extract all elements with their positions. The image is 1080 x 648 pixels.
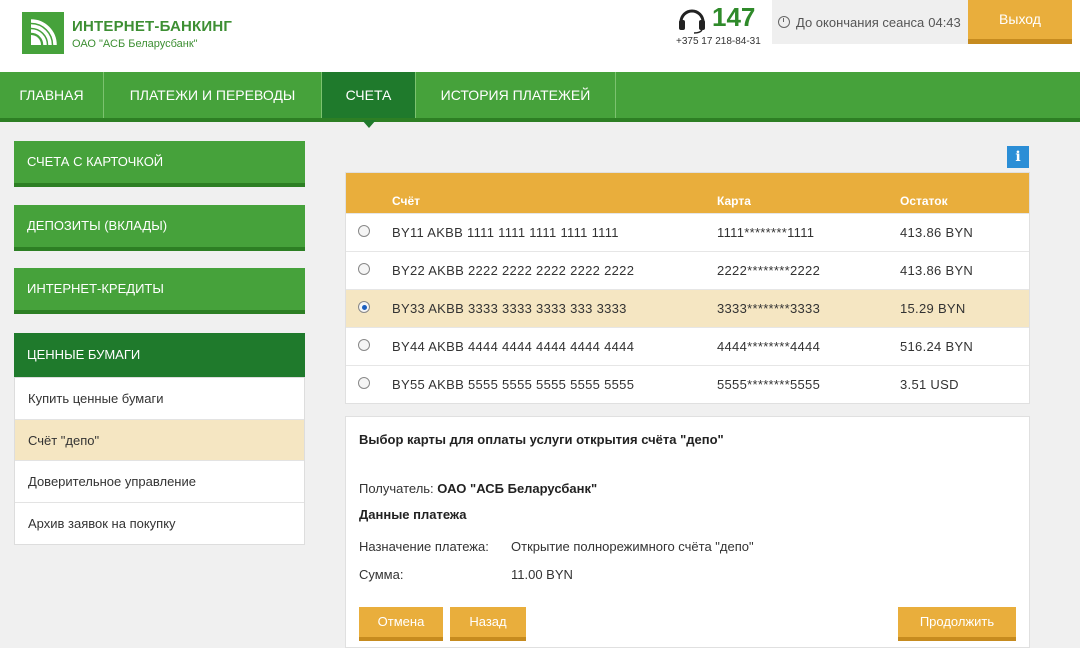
recipient-label: Получатель: xyxy=(359,481,434,496)
table-row[interactable]: BY44 AKBB 4444 4444 4444 4444 4444 4444*… xyxy=(346,327,1029,365)
account-radio[interactable] xyxy=(358,301,370,313)
accounts-table: Счёт Карта Остаток BY11 AKBB 1111 1111 1… xyxy=(345,172,1030,404)
account-number: BY22 AKBB 2222 2222 2222 2222 2222 xyxy=(392,263,635,278)
sidebar-item-card-accounts[interactable]: СЧЕТА С КАРТОЧКОЙ xyxy=(14,141,305,187)
sidebar-item-securities[interactable]: ЦЕННЫЕ БУМАГИ xyxy=(14,333,305,384)
nav-item-history[interactable]: ИСТОРИЯ ПЛАТЕЖЕЙ xyxy=(416,72,616,118)
card-number: 4444********4444 xyxy=(717,339,821,354)
account-balance: 413.86 BYN xyxy=(900,225,974,240)
payment-title: Выбор карты для оплаты услуги открытия с… xyxy=(359,432,724,447)
column-header-account: Счёт xyxy=(392,194,421,208)
brand-title: ИНТЕРНЕТ-БАНКИНГ xyxy=(72,18,233,35)
sidebar-item-credits[interactable]: ИНТЕРНЕТ-КРЕДИТЫ xyxy=(14,268,305,314)
short-phone-number[interactable]: 147 xyxy=(712,2,755,33)
recipient-value: ОАО "АСБ Беларусбанк" xyxy=(437,481,598,496)
account-radio[interactable] xyxy=(358,377,370,389)
account-radio[interactable] xyxy=(358,263,370,275)
card-number: 5555********5555 xyxy=(717,377,821,392)
account-number: BY11 AKBB 1111 1111 1111 1111 1111 xyxy=(392,225,619,240)
back-button[interactable]: Назад xyxy=(450,607,526,641)
payment-panel: Выбор карты для оплаты услуги открытия с… xyxy=(345,416,1030,648)
submenu-item-buy-securities[interactable]: Купить ценные бумаги xyxy=(15,378,304,420)
sum-label: Сумма: xyxy=(359,567,404,582)
exit-button[interactable]: Выход xyxy=(968,0,1072,44)
session-time: 04:43 xyxy=(928,14,961,30)
nav-item-accounts[interactable]: СЧЕТА xyxy=(322,72,416,128)
card-number: 2222********2222 xyxy=(717,263,821,278)
column-header-card: Карта xyxy=(717,194,751,208)
table-row[interactable]: BY55 AKBB 5555 5555 5555 5555 5555 5555*… xyxy=(346,365,1029,403)
clock-icon xyxy=(778,16,790,28)
nav-item-home[interactable]: ГЛАВНАЯ xyxy=(0,72,104,118)
headset-icon xyxy=(679,9,705,34)
payment-data-heading: Данные платежа xyxy=(359,507,467,522)
phone-number: +375 17 218-84-31 xyxy=(676,36,761,47)
sum-value: 11.00 BYN xyxy=(511,567,573,582)
brand-subtitle: ОАО "АСБ Беларусбанк" xyxy=(72,38,198,50)
account-number: BY33 AKBB 3333 3333 3333 333 3333 xyxy=(392,301,627,316)
account-balance: 3.51 USD xyxy=(900,377,959,392)
submenu-item-depo-account[interactable]: Счёт "депо" xyxy=(15,419,304,461)
purpose-label: Назначение платежа: xyxy=(359,539,489,554)
cancel-button[interactable]: Отмена xyxy=(359,607,443,641)
account-number: BY55 AKBB 5555 5555 5555 5555 5555 xyxy=(392,377,635,392)
securities-submenu: Купить ценные бумаги Счёт "депо" Доверит… xyxy=(14,377,305,545)
bank-logo[interactable] xyxy=(22,12,64,54)
recipient: Получатель: ОАО "АСБ Беларусбанк" xyxy=(359,481,597,496)
submenu-item-order-archive[interactable]: Архив заявок на покупку xyxy=(15,503,304,545)
card-number: 1111********1111 xyxy=(717,225,815,240)
account-balance: 516.24 BYN xyxy=(900,339,974,354)
info-icon[interactable]: i xyxy=(1007,146,1029,168)
submenu-item-trust-management[interactable]: Доверительное управление xyxy=(15,461,304,503)
sidebar-item-deposits[interactable]: ДЕПОЗИТЫ (ВКЛАДЫ) xyxy=(14,205,305,251)
purpose-value: Открытие полнорежимного счёта "депо" xyxy=(511,539,754,554)
nav-item-payments[interactable]: ПЛАТЕЖИ И ПЕРЕВОДЫ xyxy=(104,72,322,118)
account-radio[interactable] xyxy=(358,225,370,237)
account-balance: 413.86 BYN xyxy=(900,263,974,278)
column-header-balance: Остаток xyxy=(900,194,948,208)
session-label: До окончания сеанса xyxy=(796,14,925,30)
table-row[interactable]: BY11 AKBB 1111 1111 1111 1111 1111 1111*… xyxy=(346,213,1029,251)
table-header: Счёт Карта Остаток xyxy=(346,173,1029,213)
logo-icon xyxy=(30,19,57,46)
continue-button[interactable]: Продолжить xyxy=(898,607,1016,641)
table-row[interactable]: BY22 AKBB 2222 2222 2222 2222 2222 2222*… xyxy=(346,251,1029,289)
session-timer: До окончания сеанса 04:43 xyxy=(772,0,968,44)
main-nav: ГЛАВНАЯ ПЛАТЕЖИ И ПЕРЕВОДЫ СЧЕТА ИСТОРИЯ… xyxy=(0,72,1080,128)
card-number: 3333********3333 xyxy=(717,301,821,316)
account-number: BY44 AKBB 4444 4444 4444 4444 4444 xyxy=(392,339,635,354)
table-row[interactable]: BY33 AKBB 3333 3333 3333 333 3333 3333**… xyxy=(346,289,1029,327)
account-radio[interactable] xyxy=(358,339,370,351)
account-balance: 15.29 BYN xyxy=(900,301,966,316)
header: ИНТЕРНЕТ-БАНКИНГ ОАО "АСБ Беларусбанк" 1… xyxy=(0,0,1080,72)
